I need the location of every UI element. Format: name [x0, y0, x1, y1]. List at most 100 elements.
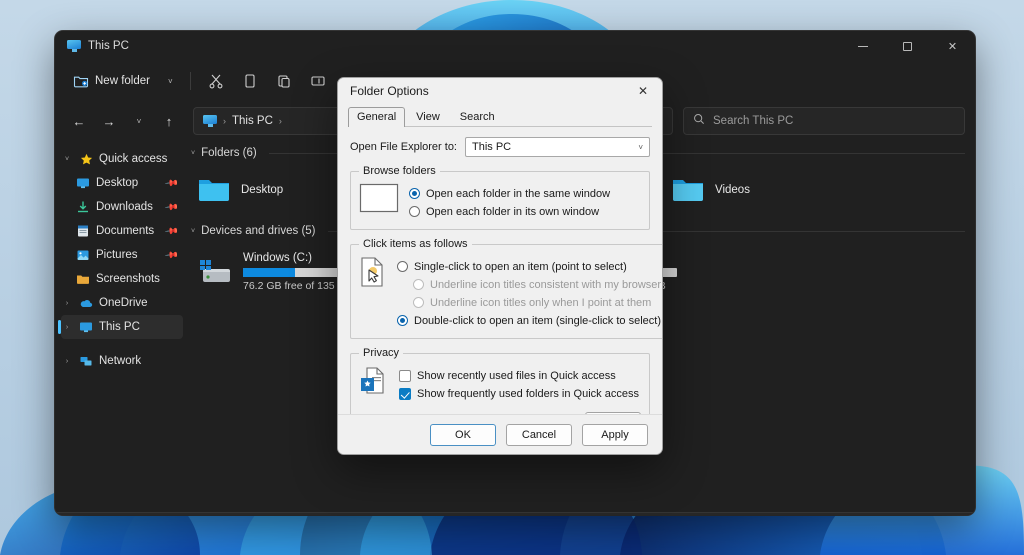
pictures-icon: [75, 247, 91, 263]
new-folder-label: New folder: [95, 75, 150, 87]
folder-tile-videos[interactable]: Videos: [663, 167, 821, 213]
drive-info: Windows (C:) 76.2 GB free of 135 GB: [243, 252, 361, 292]
sidebar-item-label: Downloads: [96, 201, 153, 213]
radio-single-click[interactable]: Single-click to open an item (point to s…: [397, 258, 661, 275]
drive-free-text: 76.2 GB free of 135 GB: [243, 280, 353, 292]
pin-icon[interactable]: 📌: [164, 175, 179, 191]
pin-icon[interactable]: 📌: [164, 199, 179, 215]
pin-icon[interactable]: 📌: [164, 247, 179, 263]
radio-label: Single-click to open an item (point to s…: [414, 260, 627, 273]
click-items-inner: Single-click to open an item (point to s…: [359, 256, 661, 330]
browse-folders-group: Browse folders Open each folder in the s…: [350, 165, 650, 230]
dialog-body: Open File Explorer to: This PC ˅ Browse …: [338, 127, 662, 455]
dialog-close-button[interactable]: ✕: [628, 78, 658, 104]
cut-button[interactable]: [200, 67, 232, 95]
paste-icon: [276, 73, 292, 89]
chevron-down-icon[interactable]: ˅: [191, 228, 195, 235]
sidebar-item-network[interactable]: › Network: [61, 349, 183, 373]
titlebar-left: This PC: [55, 40, 129, 52]
navigation-pane[interactable]: ˅ Quick access Desktop 📌 Downloads 📌 Doc…: [55, 141, 183, 512]
open-file-explorer-to-value: This PC: [472, 141, 512, 153]
sidebar-item-this-pc[interactable]: › This PC: [58, 315, 183, 339]
new-folder-caret-button[interactable]: ˅: [160, 67, 181, 95]
recent-locations-button[interactable]: ˅: [125, 107, 153, 135]
new-folder-button[interactable]: New folder: [65, 67, 158, 95]
open-file-explorer-to-label: Open File Explorer to:: [350, 141, 457, 153]
browse-folders-icon: [359, 183, 399, 216]
group-header-label: Devices and drives (5): [201, 225, 316, 237]
drive-tile-windows-c[interactable]: Windows (C:) 76.2 GB free of 135 GB: [189, 245, 361, 299]
apply-button[interactable]: Apply: [582, 423, 648, 446]
sidebar-item-quick-access[interactable]: ˅ Quick access: [61, 147, 183, 171]
radio-open-own-window[interactable]: Open each folder in its own window: [409, 203, 641, 220]
radio-label: Underline icon titles consistent with my…: [430, 278, 662, 291]
dialog-tabs[interactable]: General View Search: [338, 104, 662, 127]
radio-icon[interactable]: [397, 261, 408, 272]
maximize-button[interactable]: [885, 31, 930, 61]
ok-button[interactable]: OK: [430, 423, 496, 446]
this-pc-icon: [67, 40, 81, 52]
sidebar-item-label: This PC: [99, 321, 140, 333]
sidebar-item-onedrive[interactable]: › OneDrive: [61, 291, 183, 315]
folder-icon: [671, 173, 705, 207]
forward-button[interactable]: →: [95, 107, 123, 135]
drive-label: Windows (C:): [243, 252, 313, 264]
back-button[interactable]: ←: [65, 107, 93, 135]
pin-icon[interactable]: 📌: [164, 223, 179, 239]
radio-label: Underline icon titles only when I point …: [430, 296, 652, 309]
minimize-button[interactable]: [840, 31, 885, 61]
sidebar-item-label: Documents: [96, 225, 155, 237]
sidebar-item-desktop[interactable]: Desktop 📌: [61, 171, 183, 195]
search-input[interactable]: Search This PC: [683, 107, 965, 135]
drive-usage-fill: [243, 268, 295, 277]
breadcrumb-separator[interactable]: ›: [279, 116, 282, 126]
paste-button[interactable]: [268, 67, 300, 95]
checkbox-show-frequent-folders[interactable]: Show frequently used folders in Quick ac…: [399, 385, 641, 402]
breadcrumb-item-this-pc[interactable]: This PC: [232, 115, 273, 127]
dialog-titlebar[interactable]: Folder Options ✕: [338, 78, 662, 104]
rename-button[interactable]: [302, 67, 334, 95]
chevron-down-icon[interactable]: ˅: [61, 156, 73, 163]
copy-button[interactable]: [234, 67, 266, 95]
sidebar-item-screenshots[interactable]: Screenshots: [61, 267, 183, 291]
checkbox-show-recent-files[interactable]: Show recently used files in Quick access: [399, 367, 641, 384]
folder-tile-desktop[interactable]: Desktop: [189, 167, 347, 213]
browse-folders-options: Open each folder in the same window Open…: [409, 183, 641, 221]
group-header-label: Folders (6): [201, 147, 257, 159]
up-button[interactable]: ↑: [155, 107, 183, 135]
sidebar-item-label: Screenshots: [96, 273, 160, 285]
radio-icon[interactable]: [397, 315, 408, 326]
browse-folders-legend: Browse folders: [363, 165, 436, 177]
checkbox-icon[interactable]: [399, 387, 411, 400]
chevron-right-icon[interactable]: ›: [61, 358, 73, 365]
close-button[interactable]: ✕: [930, 31, 975, 61]
window-controls[interactable]: ✕: [840, 31, 975, 61]
radio-icon[interactable]: [409, 206, 420, 217]
dialog-title: Folder Options: [350, 84, 429, 98]
tab-general[interactable]: General: [348, 107, 406, 127]
this-pc-icon: [78, 319, 94, 335]
radio-underline-consistent: Underline icon titles consistent with my…: [397, 276, 661, 293]
sidebar-item-documents[interactable]: Documents 📌: [61, 219, 183, 243]
chevron-right-icon[interactable]: ›: [61, 300, 73, 307]
click-items-icon: [359, 256, 387, 291]
sidebar-item-downloads[interactable]: Downloads 📌: [61, 195, 183, 219]
chevron-down-icon[interactable]: ˅: [191, 150, 195, 157]
checkbox-icon[interactable]: [399, 369, 411, 382]
tab-view[interactable]: View: [407, 107, 449, 127]
radio-double-click[interactable]: Double-click to open an item (single-cli…: [397, 312, 661, 329]
privacy-inner: Show recently used files in Quick access…: [359, 365, 641, 403]
radio-icon[interactable]: [409, 188, 420, 199]
radio-open-same-window[interactable]: Open each folder in the same window: [409, 185, 641, 202]
privacy-legend: Privacy: [363, 347, 400, 359]
status-bar: 11 items: [55, 512, 975, 515]
window-titlebar[interactable]: This PC ✕: [55, 31, 975, 61]
restore-defaults-button[interactable]: Restore Defaults: [554, 454, 650, 455]
sidebar-item-pictures[interactable]: Pictures 📌: [61, 243, 183, 267]
downloads-icon: [75, 199, 91, 215]
tab-search[interactable]: Search: [451, 107, 504, 127]
cancel-button[interactable]: Cancel: [506, 423, 572, 446]
chevron-right-icon[interactable]: ›: [61, 324, 73, 331]
folder-options-dialog[interactable]: Folder Options ✕ General View Search Ope…: [337, 77, 663, 455]
open-file-explorer-to-select[interactable]: This PC ˅: [465, 137, 650, 157]
